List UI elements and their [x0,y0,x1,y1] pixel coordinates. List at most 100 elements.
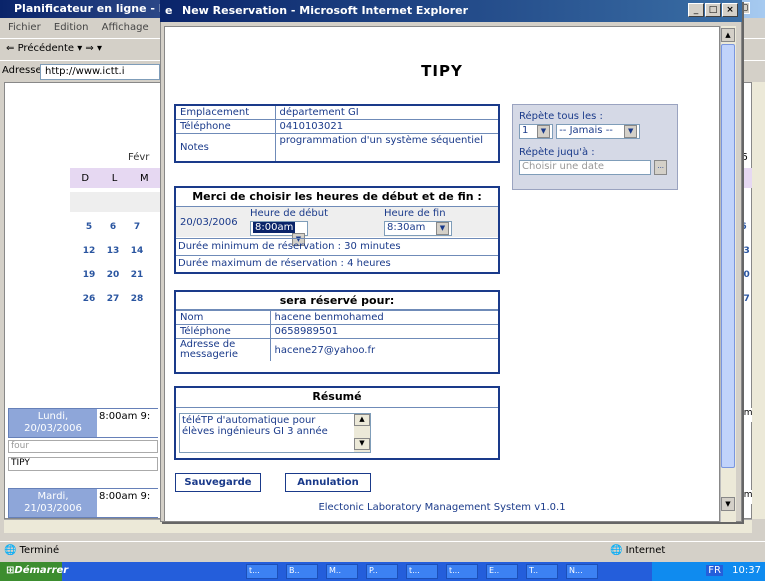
address-input[interactable]: http://www.ictt.i [40,64,160,80]
ie-page-icon: 🌐 [4,545,17,556]
summary-textarea[interactable]: téléTP d'automatique pour élèves ingénie… [179,413,371,453]
back-button[interactable]: Précédente [18,43,74,54]
menu-edition[interactable]: Edition [54,22,89,33]
save-button[interactable]: Sauvegarde [175,473,261,492]
reserved-label: Téléphone [176,324,271,339]
taskbar-item[interactable]: t... [246,564,278,579]
max-duration-text: Durée maximum de réservation : 4 heures [176,255,498,271]
reserved-value: 0658989501 [269,324,498,339]
summary-title: Résumé [176,388,498,408]
day-l: L [111,172,118,184]
calendar-day[interactable]: 19 [78,270,100,280]
calendar-day[interactable]: 6 [102,222,124,232]
address-label: Adresse [2,65,42,76]
calendar-day[interactable]: 21 [126,270,148,280]
scroll-down-icon[interactable]: ▼ [354,438,370,450]
reserved-label: Adresse de messagerie [176,338,271,361]
taskbar-item[interactable]: B.. [286,564,318,579]
table-row: Téléphone 0410103021 [174,119,500,134]
calendar-day[interactable]: 12 [78,246,100,256]
taskbar-item[interactable]: T.. [526,564,558,579]
hours-row: 20/03/2006 Heure de début 8:00am ▼ Heure … [176,206,498,246]
ie-icon: e [165,4,173,17]
start-button[interactable]: ⊞Démarrer [0,562,68,581]
summary-scrollbar[interactable]: ▲ ▼ [354,414,370,452]
summary-box: Résumé téléTP d'automatique pour élèves … [174,386,500,460]
taskbar-item[interactable]: M.. [326,564,358,579]
menu-fichier[interactable]: Fichier [8,22,41,33]
calendar-day[interactable]: 5 [78,222,100,232]
end-time-value: 8:30am [387,222,426,233]
repeat-box: Répète tous les : 1 ▼ -- Jamais -- ▼ Répèt… [512,104,678,190]
info-value: 0410103021 [274,119,500,134]
background-vertical-scrollbar[interactable] [752,82,765,519]
tuesday-time: 8:00am 9: [97,489,159,517]
repeat-every-label: Répète tous les : [519,111,603,122]
repeat-count-select[interactable]: 1 ▼ [519,124,553,139]
info-value: département GI [274,104,500,120]
menu-affichage[interactable]: Affichage [102,22,149,33]
repeat-until-input[interactable]: Choisir une date [519,160,651,175]
calendar-day[interactable]: 14 [126,246,148,256]
forward-arrow-icon[interactable]: ▾ ⇒ ▾ [77,43,102,54]
reservation-window-title: e New Reservation - Microsoft Internet E… [160,0,742,22]
calendar-month: Févr [128,152,150,163]
calendar-day[interactable]: 13 [102,246,124,256]
taskbar-item[interactable]: t... [446,564,478,579]
start-label: Démarrer [14,565,69,576]
taskbar-item[interactable]: t... [406,564,438,579]
calendar-day[interactable]: 28 [126,294,148,304]
calendar-day[interactable]: 27 [102,294,124,304]
scroll-up-icon[interactable]: ▲ [721,28,735,42]
four-row: four [8,440,158,453]
calendar-day-header: D L M [70,168,160,188]
scroll-down-icon[interactable]: ▼ [721,497,735,511]
calendar-day[interactable]: 7 [126,222,148,232]
reservation-date: 20/03/2006 [180,217,238,228]
language-indicator[interactable]: FR [706,565,723,576]
day-m: M [140,172,149,184]
reserved-for-box: sera réservé pour: Nom hacene benmohamed … [174,290,500,374]
chevron-down-icon: ▼ [624,125,638,138]
reserved-table: Nom hacene benmohamed Téléphone 0658989501… [176,310,498,361]
hours-title: Merci de choisir les heures de début et … [192,190,482,203]
reserved-title: sera réservé pour: [176,292,498,310]
page-title: TIPY [421,62,463,80]
calendar-day[interactable]: 26 [78,294,100,304]
chevron-down-icon: ▼ [436,222,449,235]
info-value: programmation d'un système séquentiel [274,133,500,162]
start-time-select[interactable]: 8:00am ▼ [250,221,308,246]
repeat-frequency-value: -- Jamais -- [559,125,613,136]
date-picker-button[interactable]: ... [654,160,668,175]
taskbar-item[interactable]: P.. [366,564,398,579]
minimize-icon[interactable]: _ [688,3,704,17]
repeat-until-label: Répète juqu'à : [519,147,595,158]
repeat-count-value: 1 [522,125,529,136]
close-icon[interactable]: × [722,3,738,17]
taskbar-item[interactable]: E.. [486,564,518,579]
info-label: Notes [174,133,276,162]
schedule-row-monday: Lundi, 20/03/2006 8:00am 9: [8,408,159,438]
table-row: Adresse de messagerie hacene27@yahoo.fr [176,338,498,361]
hours-box: Merci de choisir les heures de début et … [174,186,500,274]
footer-text: Electonic Laboratory Management System v… [318,502,566,513]
clock: 10:37 [732,565,761,576]
monday-day: Lundi, [37,411,69,422]
cancel-button[interactable]: Annulation [285,473,371,492]
monday-time: 8:00am 9: [97,409,159,437]
modal-scroll-thumb[interactable] [721,44,735,468]
tuesday-day: Mardi, [37,491,69,502]
calendar-day[interactable]: 20 [102,270,124,280]
tipy-row: TIPY [8,457,158,471]
table-row: Téléphone 0658989501 [176,324,498,339]
reserved-label: Nom [176,310,271,325]
repeat-frequency-select[interactable]: -- Jamais -- ▼ [556,124,641,139]
maximize-icon[interactable]: □ [705,3,721,17]
end-time-label: Heure de fin [384,208,446,219]
end-time-select[interactable]: 8:30am ▼ [384,221,452,236]
status-bar: 🌐 Terminé 🌐 Internet [0,541,765,559]
chevron-down-icon: ▼ [537,125,550,138]
taskbar-item[interactable]: N... [566,564,598,579]
scroll-up-icon[interactable]: ▲ [354,414,370,426]
table-row: Nom hacene benmohamed [176,310,498,325]
